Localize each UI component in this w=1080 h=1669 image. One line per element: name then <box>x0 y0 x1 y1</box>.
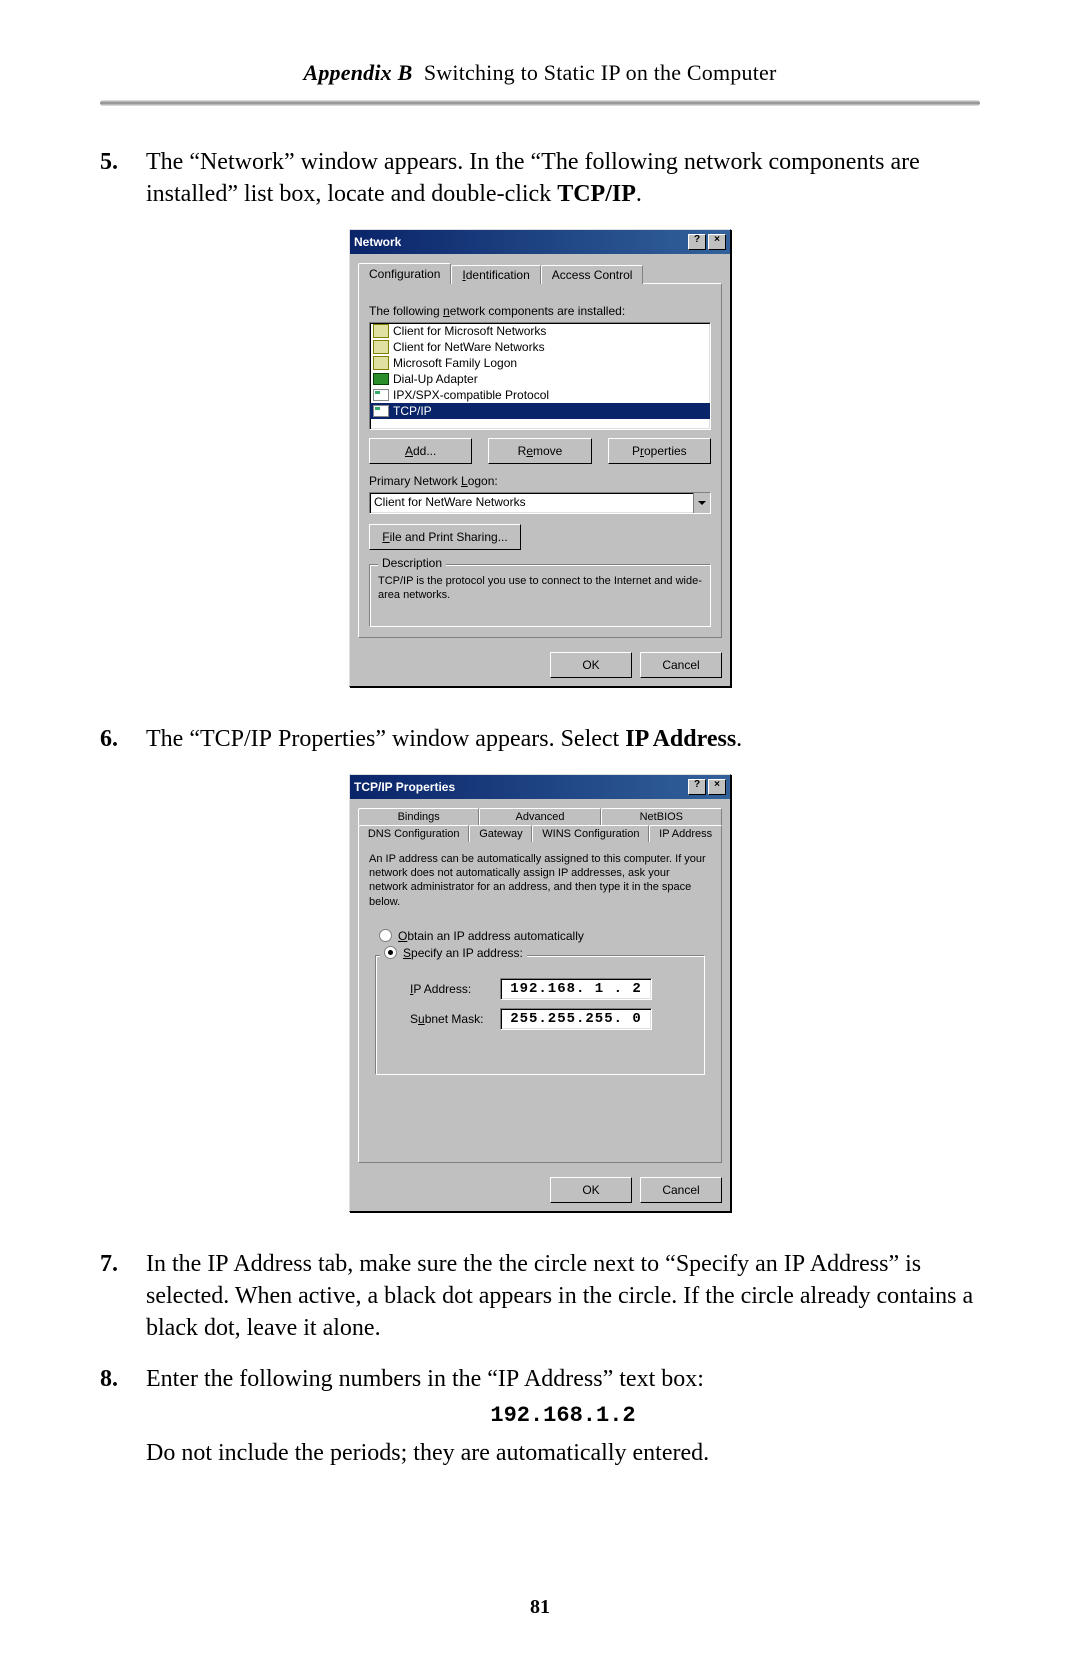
tab-advanced[interactable]: Advanced <box>479 808 600 825</box>
step-8-number: 8. <box>100 1363 146 1469</box>
dropdown-arrow-icon[interactable] <box>693 493 710 513</box>
primary-logon-combo[interactable]: Client for NetWare Networks <box>369 492 711 514</box>
file-print-sharing-button[interactable]: File and Print Sharing... <box>369 524 521 550</box>
step-8-ip: 192.168.1.2 <box>146 1401 980 1431</box>
help-button[interactable]: ? <box>688 234 706 250</box>
tab-bindings[interactable]: Bindings <box>358 808 479 825</box>
cancel-button[interactable]: Cancel <box>640 652 722 678</box>
ip-address-row: IP Address: 192.168. 1 . 2 <box>410 978 696 1000</box>
radio-auto-row[interactable]: Obtain an IP address automatically <box>379 929 711 943</box>
page-number: 81 <box>0 1596 1080 1619</box>
list-item[interactable]: Microsoft Family Logon <box>370 355 710 371</box>
components-label: The following network components are ins… <box>369 304 711 318</box>
specify-ip-group: Specify an IP address: IP Address: 192.1… <box>375 955 705 1075</box>
tab-access-control[interactable]: Access Control <box>541 265 644 284</box>
step-8-text: Enter the following numbers in the “IP A… <box>146 1363 980 1469</box>
protocol-icon <box>373 405 389 417</box>
header-rule <box>100 100 980 106</box>
step-5: 5. The “Network” window appears. In the … <box>100 146 980 211</box>
ip-info-text: An IP address can be automatically assig… <box>369 852 711 909</box>
tab-identification[interactable]: Identification <box>451 265 540 284</box>
network-title: Network <box>354 235 688 249</box>
close-button[interactable]: × <box>708 779 726 795</box>
appendix-title: Switching to Static IP on the Computer <box>424 60 777 85</box>
ok-button[interactable]: OK <box>550 652 632 678</box>
tab-netbios[interactable]: NetBIOS <box>601 808 722 825</box>
primary-logon-value: Client for NetWare Networks <box>370 493 693 513</box>
configuration-pane: The following network components are ins… <box>358 283 722 639</box>
tab-dns[interactable]: DNS Configuration <box>358 825 469 842</box>
subnet-mask-label: Subnet Mask: <box>410 1012 500 1026</box>
page-header: Appendix B Switching to Static IP on the… <box>100 60 980 86</box>
step-5-text: The “Network” window appears. In the “Th… <box>146 146 980 211</box>
tab-ip-address[interactable]: IP Address <box>649 825 722 842</box>
network-dialog: Network ? × Configuration Identification… <box>349 229 731 688</box>
description-legend: Description <box>378 556 446 570</box>
adapter-icon <box>373 373 389 385</box>
ip-address-pane: An IP address can be automatically assig… <box>358 841 722 1163</box>
subnet-mask-row: Subnet Mask: 255.255.255. 0 <box>410 1008 696 1030</box>
tcpip-tabs-row2: DNS Configuration Gateway WINS Configura… <box>358 825 722 842</box>
radio-obtain-auto[interactable] <box>379 929 392 942</box>
tab-gateway[interactable]: Gateway <box>469 825 532 842</box>
properties-button[interactable]: Properties <box>608 438 711 464</box>
tab-wins[interactable]: WINS Configuration <box>532 825 649 842</box>
tab-configuration[interactable]: Configuration <box>358 263 451 284</box>
radio-specify-ip[interactable] <box>384 946 397 959</box>
tcpip-title: TCP/IP Properties <box>354 780 688 794</box>
step-7-number: 7. <box>100 1248 146 1345</box>
step-7-text: In the IP Address tab, make sure the the… <box>146 1248 980 1345</box>
list-item[interactable]: Dial-Up Adapter <box>370 371 710 387</box>
ok-button[interactable]: OK <box>550 1177 632 1203</box>
primary-logon-label: Primary Network Logon: <box>369 474 711 488</box>
client-icon <box>373 340 389 354</box>
step-7: 7. In the IP Address tab, make sure the … <box>100 1248 980 1345</box>
help-button[interactable]: ? <box>688 779 706 795</box>
step-6: 6. The “TCP/IP Properties” window appear… <box>100 723 980 755</box>
appendix-prefix: Appendix B <box>303 60 412 85</box>
step-6-number: 6. <box>100 723 146 755</box>
list-item[interactable]: Client for Microsoft Networks <box>370 323 710 339</box>
components-listbox[interactable]: Client for Microsoft Networks Client for… <box>369 322 711 430</box>
step-6-text: The “TCP/IP Properties” window appears. … <box>146 723 980 755</box>
tcpip-titlebar: TCP/IP Properties ? × <box>350 775 730 799</box>
subnet-mask-field[interactable]: 255.255.255. 0 <box>500 1008 652 1030</box>
tcpip-properties-dialog: TCP/IP Properties ? × Bindings Advanced … <box>349 774 731 1212</box>
protocol-icon <box>373 389 389 401</box>
description-text: TCP/IP is the protocol you use to connec… <box>378 575 702 603</box>
description-group: Description TCP/IP is the protocol you u… <box>369 564 711 628</box>
cancel-button[interactable]: Cancel <box>640 1177 722 1203</box>
ip-address-label: IP Address: <box>410 982 500 996</box>
ip-address-field[interactable]: 192.168. 1 . 2 <box>500 978 652 1000</box>
step-5-number: 5. <box>100 146 146 211</box>
client-icon <box>373 356 389 370</box>
list-item[interactable]: Client for NetWare Networks <box>370 339 710 355</box>
network-tabs: Configuration Identification Access Cont… <box>358 263 722 284</box>
add-button[interactable]: Add... <box>369 438 472 464</box>
list-item[interactable]: IPX/SPX-compatible Protocol <box>370 387 710 403</box>
client-icon <box>373 324 389 338</box>
network-titlebar: Network ? × <box>350 230 730 254</box>
radio-specify-row[interactable]: Specify an IP address: <box>380 946 527 960</box>
close-button[interactable]: × <box>708 234 726 250</box>
step-8: 8. Enter the following numbers in the “I… <box>100 1363 980 1469</box>
list-item-tcpip[interactable]: TCP/IP <box>370 403 710 419</box>
remove-button[interactable]: Remove <box>488 438 591 464</box>
tcpip-tabs-row1: Bindings Advanced NetBIOS <box>358 808 722 825</box>
